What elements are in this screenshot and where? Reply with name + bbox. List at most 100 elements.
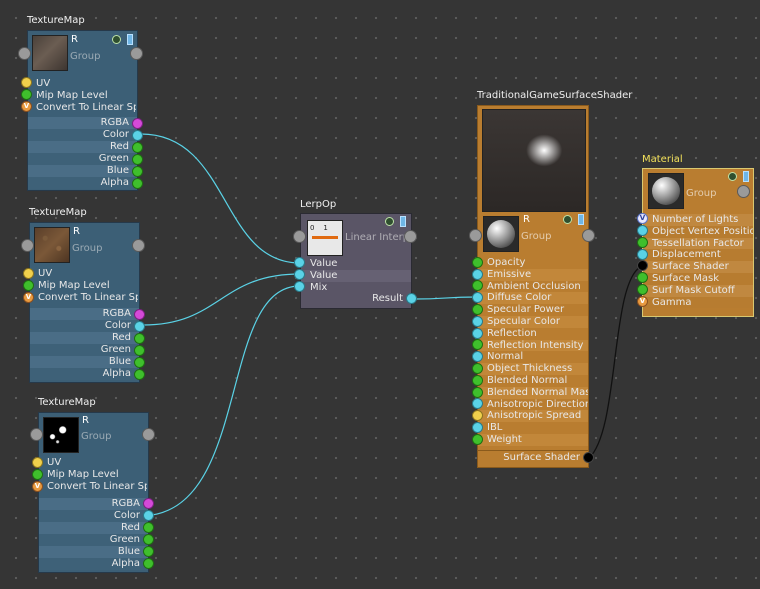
port-blended-normal[interactable] — [472, 375, 483, 386]
port-blue[interactable] — [143, 546, 154, 557]
lerp-icon-text: 0 1 — [310, 224, 328, 232]
port-red[interactable] — [143, 522, 154, 533]
texture-map-node[interactable]: R Group UV Mip Map Level Convert To Line… — [29, 222, 140, 383]
node-output-port[interactable] — [132, 239, 145, 252]
port-rgba[interactable] — [134, 309, 145, 320]
port-alpha[interactable] — [143, 558, 154, 569]
input-row-uv: UV — [36, 78, 51, 89]
port-object-thickness[interactable] — [472, 363, 483, 374]
texture-map-node[interactable]: R Group UV Mip Map Level Convert To Line… — [27, 30, 138, 191]
port-normal[interactable] — [472, 351, 483, 362]
port-blended-normal-mask[interactable] — [472, 387, 483, 398]
node-input-port[interactable] — [21, 239, 34, 252]
group-label: Group — [81, 431, 112, 442]
port-green[interactable] — [143, 534, 154, 545]
toggle-icon[interactable] — [400, 216, 406, 227]
port-rgba[interactable] — [132, 118, 143, 129]
port-reflection[interactable] — [472, 328, 483, 339]
eye-icon[interactable] — [563, 215, 572, 224]
texture-map-node[interactable]: R Group UV Mip Map Level Convert To Line… — [38, 412, 149, 573]
port-displacement[interactable] — [637, 249, 648, 260]
port-weight[interactable] — [472, 434, 483, 445]
port-alpha[interactable] — [134, 369, 145, 380]
eye-icon[interactable] — [112, 35, 121, 44]
port-uv[interactable] — [32, 457, 43, 468]
input-row-linear: Convert To Linear Sp — [47, 481, 147, 492]
wire-texture2-color-to-lerp-value2[interactable] — [142, 273, 301, 326]
input-anisotropic-direction: Anisotropic Direction — [478, 398, 588, 411]
output-green: Green — [28, 153, 137, 165]
wire-lerp-result-to-diffuse[interactable] — [415, 296, 478, 300]
port-green[interactable] — [134, 345, 145, 356]
port-uv[interactable] — [21, 77, 32, 88]
eye-icon[interactable] — [728, 172, 737, 181]
port-opacity[interactable] — [472, 257, 483, 268]
port-surface-shader-out[interactable] — [583, 452, 594, 463]
port-blue[interactable] — [132, 166, 143, 177]
port-surf-mask-cutoff[interactable] — [637, 284, 648, 295]
port-ibl[interactable] — [472, 422, 483, 433]
r-label: R — [523, 214, 530, 225]
node-output-port[interactable] — [582, 229, 595, 242]
input-ibl: IBL — [478, 422, 588, 434]
port-mix[interactable] — [294, 281, 305, 292]
port-red[interactable] — [132, 142, 143, 153]
port-tessellation-factor[interactable] — [637, 237, 648, 248]
input-surface-shader: Surface Shader — [643, 261, 753, 273]
port-diffuse-color[interactable] — [472, 292, 483, 303]
node-output-port[interactable] — [130, 47, 143, 60]
output-red: Red — [30, 332, 139, 344]
node-input-port[interactable] — [18, 47, 31, 60]
port-surface-mask[interactable] — [637, 272, 648, 283]
port-mip[interactable] — [21, 89, 32, 100]
port-surface-shader-in[interactable] — [637, 260, 648, 271]
wire-texture1-color-to-lerp-value1[interactable] — [140, 133, 301, 264]
port-anisotropic-spread[interactable] — [472, 410, 483, 421]
port-number-of-lights[interactable]: V — [637, 213, 648, 224]
node-output-port[interactable] — [404, 230, 417, 243]
port-uv[interactable] — [23, 268, 34, 279]
port-specular-power[interactable] — [472, 304, 483, 315]
port-ambient-occlusion[interactable] — [472, 280, 483, 291]
output-list: RGBA Color Red Green Blue Alpha — [28, 117, 137, 189]
port-reflection-intensity[interactable] — [472, 339, 483, 350]
input-object-thickness: Object Thickness — [478, 363, 588, 375]
port-linear[interactable]: V — [32, 481, 43, 492]
wire-texture3-color-to-lerp-mix[interactable] — [151, 285, 301, 516]
input-anisotropic-spread: Anisotropic Spread — [478, 410, 588, 423]
toggle-icon[interactable] — [127, 34, 133, 45]
port-object-vertex-position[interactable] — [637, 225, 648, 236]
input-weight: Weight — [478, 433, 588, 446]
toggle-icon[interactable] — [743, 171, 749, 182]
port-value2[interactable] — [294, 269, 305, 280]
node-input-port[interactable] — [293, 230, 306, 243]
port-emissive[interactable] — [472, 269, 483, 280]
material-node-title: Material — [642, 154, 683, 165]
port-red[interactable] — [134, 333, 145, 344]
lerp-node[interactable]: 0 1 Linear Interp Value Value Mix Result — [300, 213, 412, 309]
port-value1[interactable] — [294, 257, 305, 268]
port-linear[interactable]: V — [21, 101, 32, 112]
port-mip[interactable] — [23, 280, 34, 291]
port-color[interactable] — [143, 510, 154, 521]
port-blue[interactable] — [134, 357, 145, 368]
node-input-port[interactable] — [30, 428, 43, 441]
port-green[interactable] — [132, 154, 143, 165]
node-output-port[interactable] — [737, 185, 750, 198]
node-output-port[interactable] — [142, 428, 155, 441]
port-mip[interactable] — [32, 469, 43, 480]
toggle-icon[interactable] — [578, 214, 584, 225]
port-result[interactable] — [406, 293, 417, 304]
port-color[interactable] — [134, 321, 145, 332]
port-anisotropic-direction[interactable] — [472, 398, 483, 409]
wire-shader-to-material[interactable] — [588, 265, 643, 459]
port-specular-color[interactable] — [472, 316, 483, 327]
port-rgba[interactable] — [143, 498, 154, 509]
node-input-port[interactable] — [469, 229, 482, 242]
port-alpha[interactable] — [132, 178, 143, 189]
port-linear[interactable]: V — [23, 292, 34, 303]
port-color[interactable] — [132, 130, 143, 141]
eye-icon[interactable] — [385, 217, 394, 226]
surface-shader-node[interactable]: R Group Opacity Emissive Ambient Occlusi… — [477, 105, 589, 468]
port-gamma[interactable]: V — [637, 296, 648, 307]
